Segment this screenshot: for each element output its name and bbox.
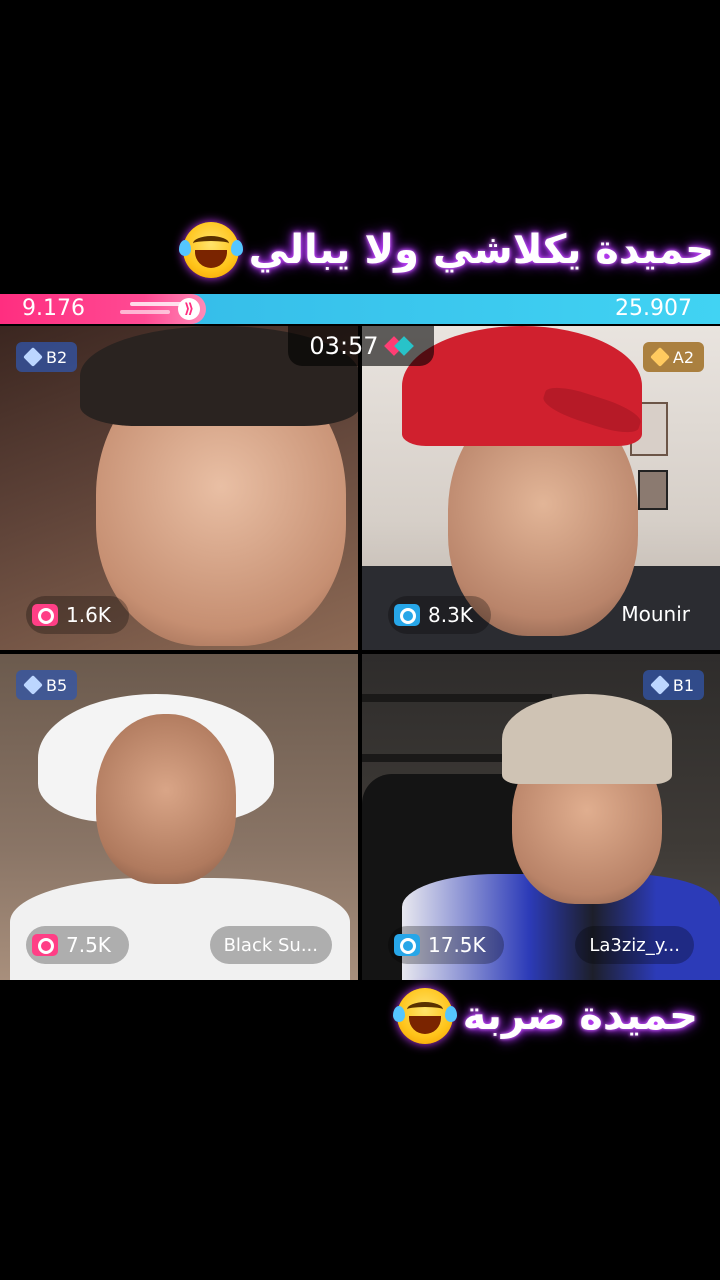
guest-tile-4[interactable]: B1 17.5K La3ziz_y... — [362, 654, 720, 980]
guest-video — [502, 694, 672, 784]
camera-icon — [394, 934, 420, 956]
rank-badge: A2 — [642, 342, 704, 372]
bottom-caption: حميدة ضربة — [392, 988, 698, 1044]
likes-value: 17.5K — [428, 933, 486, 957]
timer-value: 03:57 — [309, 332, 379, 360]
likes-counter: 7.5K — [26, 926, 129, 964]
likes-counter: 8.3K — [388, 596, 491, 634]
gem-icon — [385, 335, 413, 357]
score-streak-decoration — [120, 310, 170, 314]
rank-label: B5 — [46, 675, 68, 695]
battle-timer: 03:57 — [288, 326, 434, 366]
diamond-icon — [649, 347, 670, 367]
left-team-score: 9.176 — [22, 296, 85, 321]
rank-badge: B5 — [16, 670, 78, 700]
tears-of-joy-emoji-icon — [178, 222, 243, 278]
guest-name-pill[interactable]: Black Su... — [209, 926, 332, 964]
guest-name: Mounir — [621, 602, 690, 626]
camera-icon — [32, 604, 58, 626]
likes-counter: 17.5K — [388, 926, 504, 964]
tears-of-joy-emoji-icon — [392, 988, 457, 1044]
background-shelf — [362, 694, 552, 702]
battle-icon: ⟫ — [178, 298, 200, 320]
right-team-score: 25.907 — [615, 296, 692, 321]
guest-name: La3ziz_y... — [589, 934, 680, 956]
guest-video — [96, 714, 236, 884]
likes-counter: 1.6K — [26, 596, 129, 634]
top-caption: حميدة يكلاشي ولا يبالي — [178, 222, 714, 278]
likes-value: 8.3K — [428, 603, 473, 627]
rank-badge: B2 — [16, 342, 78, 372]
wall-picture — [638, 470, 668, 510]
rank-badge: B1 — [642, 670, 704, 700]
rank-label: A2 — [672, 347, 694, 367]
diamond-icon — [23, 675, 43, 695]
guest-tile-2[interactable]: A2 8.3K Mounir — [362, 326, 720, 650]
guest-name-pill[interactable]: La3ziz_y... — [575, 926, 694, 964]
rank-label: B1 — [672, 675, 694, 695]
guest-tile-1[interactable]: B2 1.6K — [0, 326, 358, 650]
top-caption-text: حميدة يكلاشي ولا يبالي — [248, 227, 714, 273]
likes-value: 1.6K — [66, 603, 111, 627]
guest-video-grid: B2 1.6K A2 8.3K Mounir B5 7.5K Black Su.… — [0, 326, 720, 980]
camera-icon — [32, 934, 58, 956]
battle-score-bar: ⟫ 9.176 25.907 — [0, 294, 720, 324]
guest-name: Black Su... — [223, 934, 318, 956]
guest-tile-3[interactable]: B5 7.5K Black Su... — [0, 654, 358, 980]
rank-label: B2 — [46, 347, 68, 367]
bottom-caption-text: حميدة ضربة — [462, 993, 698, 1039]
diamond-icon — [649, 675, 670, 695]
likes-value: 7.5K — [66, 933, 111, 957]
camera-icon — [394, 604, 420, 626]
diamond-icon — [23, 347, 43, 367]
